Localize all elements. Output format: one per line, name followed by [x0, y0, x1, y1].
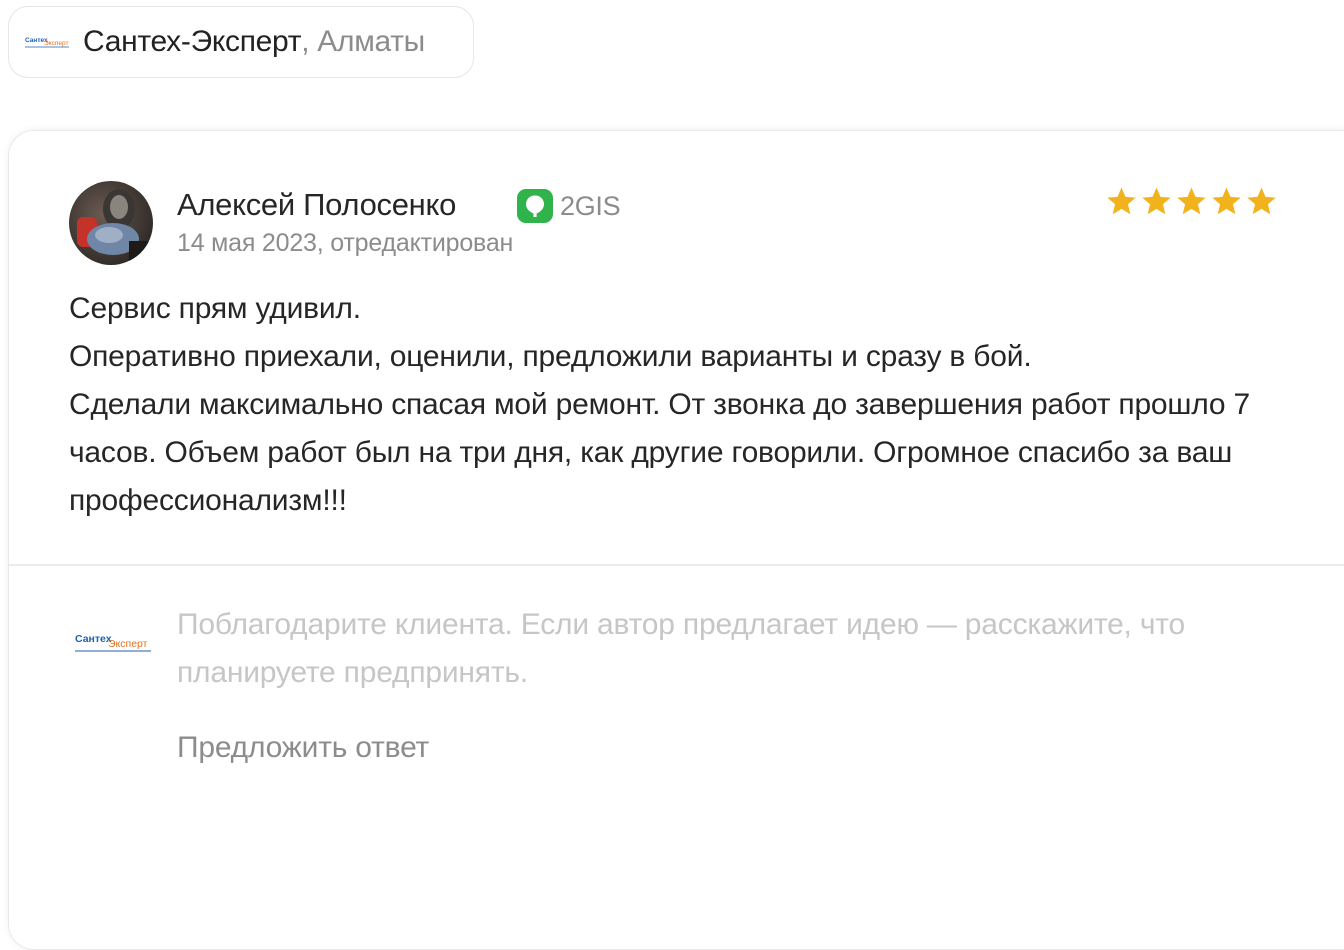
svg-text:Сантех: Сантех — [75, 633, 112, 645]
star-icon — [1107, 187, 1136, 215]
star-icon — [1142, 187, 1171, 215]
avatar — [69, 181, 153, 265]
source-badge: 2GIS — [517, 189, 621, 223]
review-card: Алексей Полосенко 2GIS 14 мая 2023, отре… — [8, 130, 1344, 950]
rating-stars — [1105, 185, 1278, 218]
svg-text:Эксперт: Эксперт — [108, 638, 148, 650]
star-icon — [1247, 187, 1276, 215]
company-logo-reply: Сантех Эксперт — [75, 631, 151, 655]
divider — [9, 564, 1344, 566]
star-icon — [1212, 187, 1241, 215]
organization-chip[interactable]: Сантех Эксперт Сантех-Эксперт, Алматы — [8, 6, 474, 78]
company-logo: Сантех Эксперт — [25, 35, 69, 49]
review-text-line: Сервис прям удивил. — [69, 292, 361, 325]
author-name: Алексей Полосенко — [177, 187, 457, 222]
organization-name: Сантех-Эксперт — [83, 25, 302, 58]
source-label: 2GIS — [560, 190, 621, 221]
reply-input[interactable]: Поблагодарите клиента. Если автор предла… — [177, 601, 1287, 697]
organization-city: , Алматы — [301, 25, 425, 58]
review-text-line: Сделали максимально спасая мой ремонт. О… — [69, 388, 1251, 517]
review-text: Сервис прям удивил. Оперативно приехали,… — [69, 285, 1299, 525]
suggest-reply-button[interactable]: Предложить ответ — [177, 731, 429, 765]
2gis-pin-icon — [517, 189, 553, 223]
review-text-line: Оперативно приехали, оценили, предложили… — [69, 340, 1032, 373]
review-date: 14 мая 2023, отредактирован — [177, 229, 514, 257]
star-icon — [1177, 187, 1206, 215]
svg-text:Эксперт: Эксперт — [44, 40, 68, 47]
